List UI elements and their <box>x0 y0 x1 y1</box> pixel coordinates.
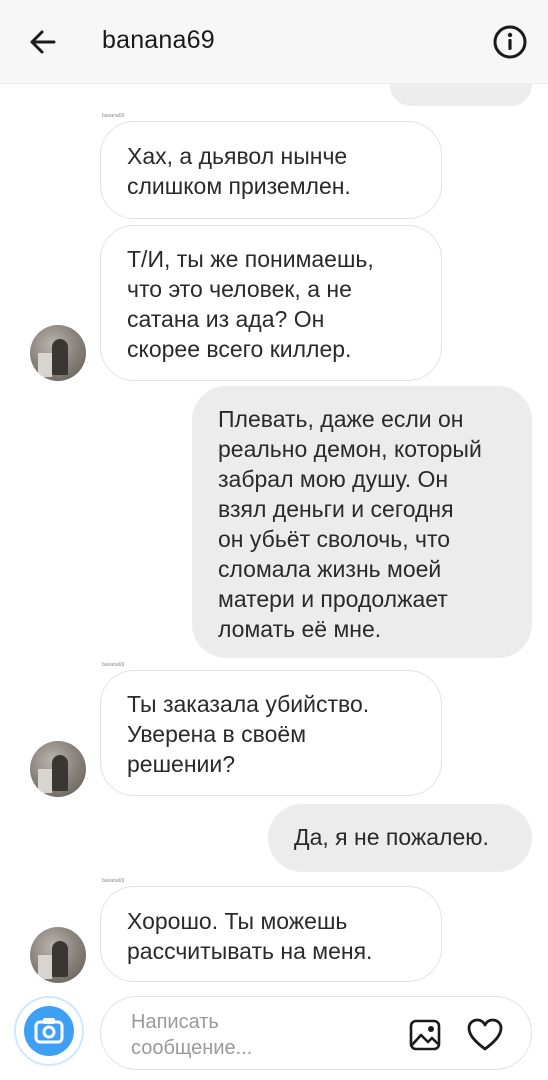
message-bubble-incoming[interactable]: Т/И, ты же понимаешь, что это человек, а… <box>100 225 442 381</box>
heart-icon <box>467 1018 503 1051</box>
message-bubble-incoming[interactable]: Ты заказала убийство. Уверена в своём ре… <box>100 670 442 796</box>
sender-name: banana69 <box>102 662 125 668</box>
gallery-button[interactable] <box>407 1017 443 1053</box>
message-bubble-outgoing[interactable]: Да, я не пожалею. <box>268 804 532 872</box>
back-button[interactable] <box>24 22 64 62</box>
message-bubble-incoming[interactable]: Хах, а дьявол нынче слишком приземлен. <box>100 121 442 219</box>
chat-header: banana69 <box>0 0 548 84</box>
image-icon <box>409 1019 441 1051</box>
info-circle-icon <box>493 25 527 59</box>
arrow-left-icon <box>30 30 56 54</box>
message-composer[interactable]: Написать сообщение... <box>100 996 532 1070</box>
composer-area: Написать сообщение... <box>0 990 548 1080</box>
sender-name: banana69 <box>102 113 125 119</box>
info-button[interactable] <box>490 22 530 62</box>
sender-name: banana69 <box>102 878 125 884</box>
avatar[interactable] <box>30 741 86 797</box>
avatar[interactable] <box>30 325 86 381</box>
camera-button[interactable] <box>16 998 82 1064</box>
message-thread[interactable]: banana69 Хах, а дьявол нынче слишком при… <box>0 84 548 990</box>
message-input[interactable]: Написать сообщение... <box>131 1009 351 1061</box>
chat-title[interactable]: banana69 <box>102 26 215 55</box>
message-bubble-outgoing[interactable]: Плевать, даже если он реально демон, кот… <box>192 386 532 658</box>
message-bubble-incoming[interactable]: Хорошо. Ты можешь рассчитывать на меня. <box>100 886 442 982</box>
avatar[interactable] <box>30 927 86 983</box>
camera-icon <box>34 1018 64 1044</box>
like-button[interactable] <box>465 1015 505 1055</box>
previous-outgoing-bubble[interactable] <box>390 84 532 106</box>
